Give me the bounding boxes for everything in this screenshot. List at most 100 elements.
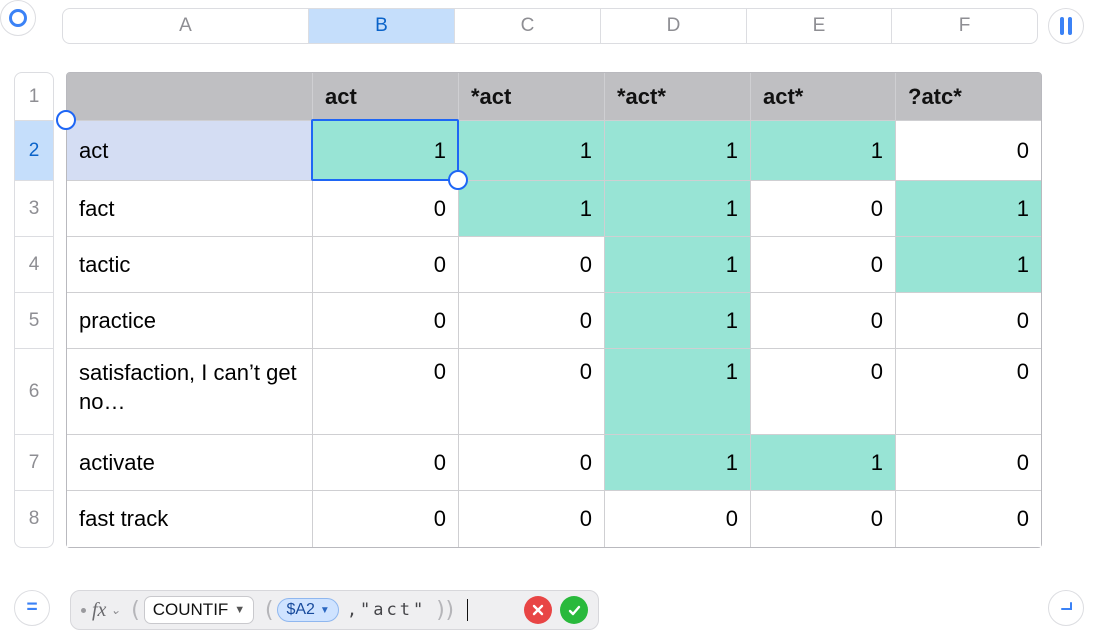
- cell-E4[interactable]: 0: [751, 237, 896, 293]
- top-right-button[interactable]: [1048, 8, 1084, 44]
- cell-D2[interactable]: 1: [605, 121, 751, 181]
- row-header-8[interactable]: 8: [15, 491, 53, 547]
- cell-E8[interactable]: 0: [751, 491, 896, 547]
- cell-F7-text: 0: [1017, 450, 1029, 476]
- cell-C8[interactable]: 0: [459, 491, 605, 547]
- column-header-F[interactable]: F: [892, 9, 1037, 43]
- cell-C5[interactable]: 0: [459, 293, 605, 349]
- cell-D3-text: 1: [726, 196, 738, 222]
- cell-D7[interactable]: 1: [605, 435, 751, 491]
- cell-A6-text: satisfaction, I can’t get no…: [79, 359, 300, 416]
- cell-F4[interactable]: 1: [896, 237, 1041, 293]
- fx-label[interactable]: fx⌄: [81, 599, 121, 622]
- cell-F1[interactable]: ?atc*: [896, 73, 1041, 121]
- cell-D1[interactable]: *act*: [605, 73, 751, 121]
- spreadsheet-grid[interactable]: act*act*act*act*?atc*act11110fact01101ta…: [66, 72, 1042, 548]
- cell-C4[interactable]: 0: [459, 237, 605, 293]
- cell-F6-text: 0: [1017, 359, 1029, 385]
- row-header-4[interactable]: 4: [15, 237, 53, 293]
- row-header-1[interactable]: 1: [15, 73, 53, 121]
- row-header-3[interactable]: 3: [15, 181, 53, 237]
- cell-C5-text: 0: [580, 308, 592, 334]
- cell-E1[interactable]: act*: [751, 73, 896, 121]
- cell-B1[interactable]: act: [313, 73, 459, 121]
- cell-C1[interactable]: *act: [459, 73, 605, 121]
- cell-E7-text: 1: [871, 450, 883, 476]
- cell-B3-text: 0: [434, 196, 446, 222]
- cell-A1[interactable]: [67, 73, 313, 121]
- column-header-B[interactable]: B: [309, 9, 455, 43]
- cell-E6[interactable]: 0: [751, 349, 896, 435]
- bottom-right-button[interactable]: [1048, 590, 1084, 626]
- cell-F3-text: 1: [1017, 196, 1029, 222]
- cell-F6[interactable]: 0: [896, 349, 1041, 435]
- cell-F2[interactable]: 0: [896, 121, 1041, 181]
- cell-B4[interactable]: 0: [313, 237, 459, 293]
- cell-F8-text: 0: [1017, 506, 1029, 532]
- cell-B5[interactable]: 0: [313, 293, 459, 349]
- cell-D5[interactable]: 1: [605, 293, 751, 349]
- cell-D8[interactable]: 0: [605, 491, 751, 547]
- cell-E7[interactable]: 1: [751, 435, 896, 491]
- cell-E2[interactable]: 1: [751, 121, 896, 181]
- column-header-A[interactable]: A: [63, 9, 309, 43]
- row-header-2[interactable]: 2: [15, 121, 53, 181]
- cell-F7[interactable]: 0: [896, 435, 1041, 491]
- formula-literal[interactable]: ,"act": [347, 600, 426, 620]
- cell-D6-text: 1: [726, 359, 738, 385]
- cell-B3[interactable]: 0: [313, 181, 459, 237]
- cell-A4[interactable]: tactic: [67, 237, 313, 293]
- cell-B8[interactable]: 0: [313, 491, 459, 547]
- row-header-7[interactable]: 7: [15, 435, 53, 491]
- cell-D6[interactable]: 1: [605, 349, 751, 435]
- row-header-6[interactable]: 6: [15, 349, 53, 435]
- cell-C8-text: 0: [580, 506, 592, 532]
- chevron-down-icon: ▼: [234, 604, 245, 616]
- cell-B2[interactable]: 1: [313, 121, 459, 181]
- cell-B7-text: 0: [434, 450, 446, 476]
- cell-A5-text: practice: [79, 308, 156, 334]
- cell-D4[interactable]: 1: [605, 237, 751, 293]
- cell-C6[interactable]: 0: [459, 349, 605, 435]
- cell-B5-text: 0: [434, 308, 446, 334]
- cancel-button[interactable]: [524, 596, 552, 624]
- row-header-5[interactable]: 5: [15, 293, 53, 349]
- column-header-E[interactable]: E: [747, 9, 892, 43]
- confirm-button[interactable]: [560, 596, 588, 624]
- cell-A3[interactable]: fact: [67, 181, 313, 237]
- cell-C2[interactable]: 1: [459, 121, 605, 181]
- formula-bar[interactable]: fx⌄ ( COUNTIF ▼ ( $A2 ▼ ,"act" )): [70, 590, 599, 630]
- cell-E2-text: 1: [871, 138, 883, 164]
- cell-E3[interactable]: 0: [751, 181, 896, 237]
- cell-B7[interactable]: 0: [313, 435, 459, 491]
- cell-F5[interactable]: 0: [896, 293, 1041, 349]
- function-pill[interactable]: COUNTIF ▼: [144, 596, 254, 624]
- text-cursor: [467, 599, 469, 621]
- cell-A6[interactable]: satisfaction, I can’t get no…: [67, 349, 313, 435]
- cell-A7-text: activate: [79, 450, 155, 476]
- cell-ref-pill[interactable]: $A2 ▼: [277, 598, 338, 622]
- cell-B8-text: 0: [434, 506, 446, 532]
- cell-A7[interactable]: activate: [67, 435, 313, 491]
- bottom-left-button[interactable]: =: [14, 590, 50, 626]
- cell-A4-text: tactic: [79, 252, 130, 278]
- cell-A5[interactable]: practice: [67, 293, 313, 349]
- cell-A2[interactable]: act: [67, 121, 313, 181]
- column-header-C[interactable]: C: [455, 9, 601, 43]
- cell-C7[interactable]: 0: [459, 435, 605, 491]
- cell-F3[interactable]: 1: [896, 181, 1041, 237]
- top-left-button[interactable]: [0, 0, 36, 36]
- column-header-D[interactable]: D: [601, 9, 747, 43]
- cell-B6[interactable]: 0: [313, 349, 459, 435]
- cell-D3[interactable]: 1: [605, 181, 751, 237]
- cell-C3[interactable]: 1: [459, 181, 605, 237]
- equals-icon: =: [26, 597, 37, 619]
- cell-F8[interactable]: 0: [896, 491, 1041, 547]
- cell-B1-text: act: [325, 84, 357, 110]
- cell-E5-text: 0: [871, 308, 883, 334]
- cell-ref-text: $A2: [286, 601, 314, 619]
- cell-A8[interactable]: fast track: [67, 491, 313, 547]
- cell-C3-text: 1: [580, 196, 592, 222]
- cell-E5[interactable]: 0: [751, 293, 896, 349]
- cell-E4-text: 0: [871, 252, 883, 278]
